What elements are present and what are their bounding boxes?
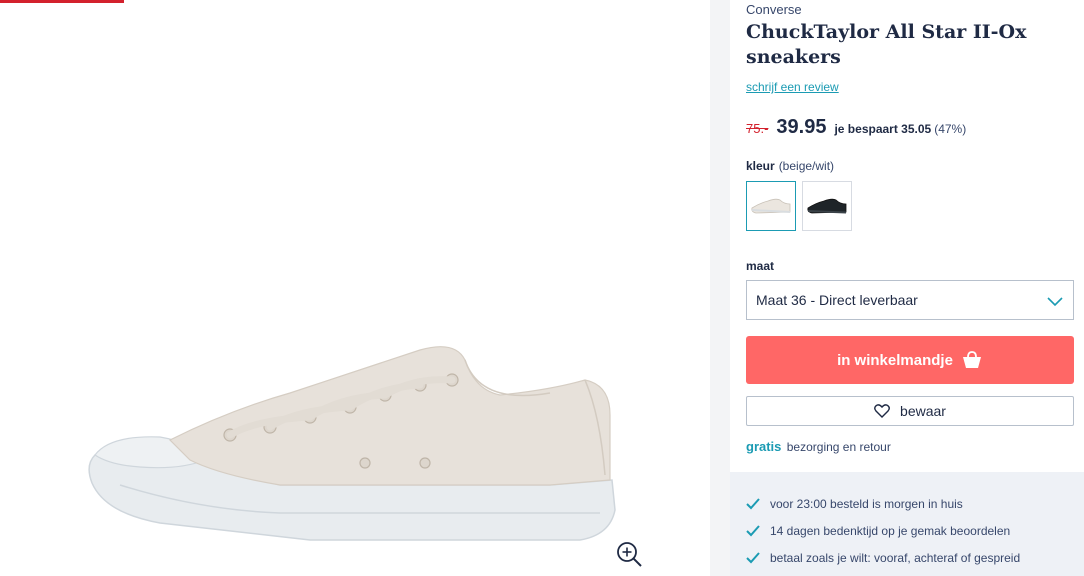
shipping-text: bezorging en retour bbox=[786, 440, 891, 454]
checkmark-icon bbox=[746, 497, 760, 509]
heart-icon bbox=[874, 404, 890, 418]
price-row: 75.- 39.95 je bespaart 35.05 (47%) bbox=[746, 116, 966, 139]
size-selected-value: Maat 36 - Direct leverbaar bbox=[756, 292, 918, 308]
add-to-cart-button[interactable]: in winkelmandje bbox=[746, 336, 1074, 384]
usp-item: 14 dagen bedenktijd op je gemak beoordel… bbox=[746, 517, 1084, 544]
top-accent-bar bbox=[0, 0, 124, 3]
usp-text: 14 dagen bedenktijd op je gemak beoordel… bbox=[770, 523, 1011, 538]
zoom-icon[interactable] bbox=[615, 540, 643, 568]
usp-item: voor 23:00 besteld is morgen in huis bbox=[746, 490, 1084, 517]
size-label: maat bbox=[746, 259, 775, 273]
usp-box: voor 23:00 besteld is morgen in huis 14 … bbox=[730, 472, 1084, 576]
savings-text: je bespaart 35.05 bbox=[834, 122, 932, 136]
shopping-bag-icon bbox=[962, 351, 981, 368]
color-swatch-black[interactable] bbox=[802, 181, 852, 231]
size-select[interactable]: Maat 36 - Direct leverbaar bbox=[746, 280, 1074, 320]
brand-name[interactable]: Converse bbox=[746, 2, 802, 17]
panel-gutter bbox=[710, 0, 730, 576]
product-page: Converse ChuckTaylor All Star II-Ox snea… bbox=[0, 0, 1084, 576]
product-title: ChuckTaylor All Star II-Ox sneakers bbox=[746, 21, 1027, 68]
free-shipping-label: gratis bbox=[746, 439, 782, 454]
save-wishlist-button[interactable]: bewaar bbox=[746, 396, 1074, 426]
usp-text: betaal zoals je wilt: vooraf, achteraf o… bbox=[770, 550, 1021, 565]
usp-item: betaal zoals je wilt: vooraf, achteraf o… bbox=[746, 544, 1084, 571]
shipping-info: gratis bezorging en retour bbox=[746, 439, 891, 454]
chevron-down-icon bbox=[1047, 297, 1063, 307]
savings-percent: (47%) bbox=[934, 122, 967, 136]
black-sneaker-thumbnail-icon bbox=[807, 198, 847, 214]
color-selected-value: (beige/wit) bbox=[778, 159, 835, 173]
add-to-cart-label: in winkelmandje bbox=[837, 351, 953, 369]
color-label: kleur (beige/wit) bbox=[746, 159, 834, 173]
old-price: 75.- bbox=[746, 121, 769, 136]
checkmark-icon bbox=[746, 551, 760, 563]
beige-sneaker-thumbnail-icon bbox=[751, 198, 791, 214]
current-price: 39.95 bbox=[776, 116, 827, 138]
color-swatches bbox=[746, 181, 852, 231]
color-swatch-beige-wit[interactable] bbox=[746, 181, 796, 231]
write-review-link[interactable]: schrijf een review bbox=[746, 80, 839, 94]
product-details-panel: Converse ChuckTaylor All Star II-Ox snea… bbox=[730, 0, 1084, 576]
usp-text: voor 23:00 besteld is morgen in huis bbox=[770, 496, 963, 511]
color-label-title: kleur bbox=[746, 159, 775, 173]
product-image-panel bbox=[0, 0, 710, 576]
save-label: bewaar bbox=[900, 403, 946, 419]
checkmark-icon bbox=[746, 524, 760, 536]
product-image-sneaker[interactable] bbox=[80, 335, 625, 550]
